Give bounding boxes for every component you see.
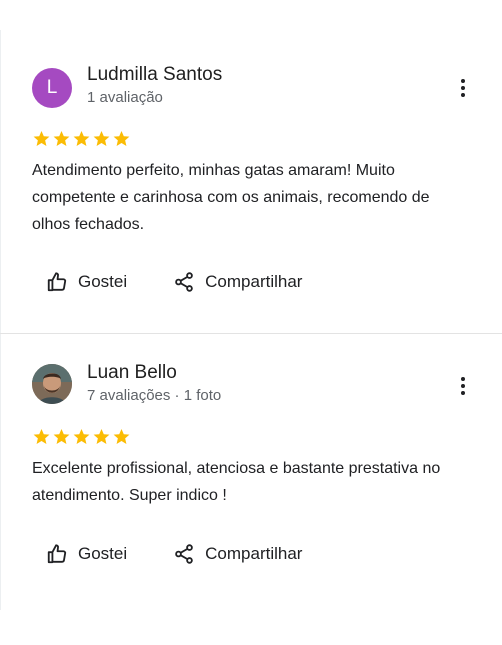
reviewer-name[interactable]: Luan Bello — [87, 362, 177, 384]
star-icon — [53, 428, 70, 444]
star-icon — [93, 428, 110, 444]
star-icon — [73, 428, 90, 444]
thumb-up-icon — [47, 272, 67, 292]
like-label: Gostei — [78, 544, 128, 563]
like-label: Gostei — [78, 272, 128, 291]
avatar[interactable] — [32, 364, 72, 404]
review-actions: Gostei Compartilhar — [46, 543, 302, 565]
star-icon — [53, 130, 70, 146]
review-text: Atendimento perfeito, minhas gatas amara… — [32, 162, 430, 233]
share-button[interactable]: Compartilhar — [173, 271, 302, 293]
avatar[interactable]: L — [32, 68, 72, 108]
more-options-button[interactable] — [455, 374, 471, 398]
star-icon — [33, 130, 50, 146]
review-actions: Gostei Compartilhar — [46, 271, 302, 293]
more-vert-icon — [461, 377, 465, 381]
share-label: Compartilhar — [205, 272, 303, 291]
review-text: Excelente profissional, atenciosa e bast… — [32, 460, 441, 504]
star-icon — [113, 130, 130, 146]
reviewer-meta: 1 avaliação — [87, 89, 163, 106]
share-icon — [175, 272, 193, 292]
profile-photo — [32, 364, 72, 404]
more-vert-icon — [461, 79, 465, 83]
like-button[interactable]: Gostei — [46, 543, 127, 565]
share-icon — [175, 544, 193, 564]
star-rating — [32, 427, 131, 446]
star-icon — [113, 428, 130, 444]
star-icon — [73, 130, 90, 146]
review-card: Luan Bello 7 avaliações · 1 foto Excelen… — [0, 334, 502, 614]
reviewer-name[interactable]: Ludmilla Santos — [87, 64, 222, 86]
star-rating — [32, 129, 131, 148]
star-icon — [33, 428, 50, 444]
more-options-button[interactable] — [455, 76, 471, 100]
share-button[interactable]: Compartilhar — [173, 543, 302, 565]
thumb-up-icon — [47, 544, 67, 564]
reviewer-meta: 7 avaliações · 1 foto — [87, 387, 222, 404]
review-card: L Ludmilla Santos 1 avaliação Atendiment… — [0, 0, 502, 334]
share-label: Compartilhar — [205, 544, 303, 563]
like-button[interactable]: Gostei — [46, 271, 127, 293]
star-icon — [93, 130, 110, 146]
